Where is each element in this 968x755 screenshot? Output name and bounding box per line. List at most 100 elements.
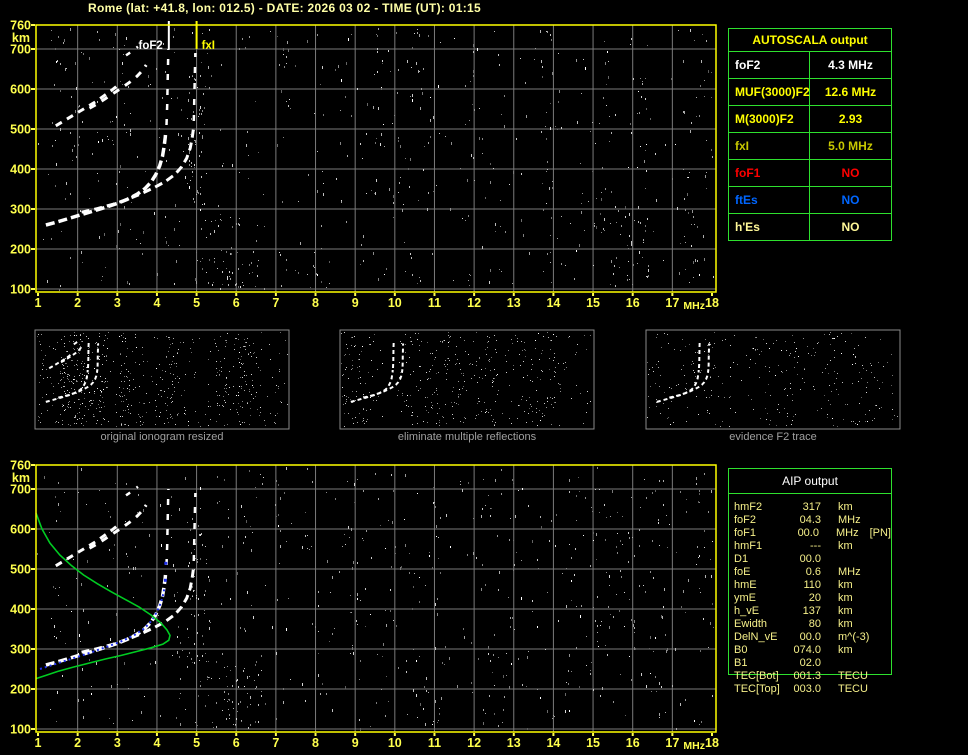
mini-f2-x-mode-asymptote <box>96 343 100 367</box>
x-tick-label: 10 <box>388 296 402 310</box>
parameter-value: 074.0 <box>793 644 821 656</box>
x-tick-label: 4 <box>153 296 160 310</box>
x-tick-label: 11 <box>428 296 441 310</box>
parameter-value: 5.0 MHz <box>828 139 873 153</box>
parameter-note: [PN] <box>869 527 891 539</box>
y-tick-label: 300 <box>10 643 31 657</box>
parameter-value: 80 <box>808 618 821 630</box>
parameter-name: TEC[Top] <box>734 683 780 695</box>
x-tick-label: 6 <box>233 296 240 310</box>
parameter-unit: km <box>838 605 853 617</box>
aip-row-ewidth: Ewidth 80 km <box>729 618 891 631</box>
parameter-value: 02.0 <box>799 657 821 669</box>
aip-row-hmf1: hmF1 --- km <box>729 540 891 553</box>
parameter-name: B0 <box>734 644 748 656</box>
y-tick-label: 500 <box>10 563 31 577</box>
x-tick-label: 16 <box>626 736 640 750</box>
parameter-name: fxI <box>729 133 810 159</box>
f2-o-mode-asymptote <box>165 488 170 566</box>
parameter-name: foE <box>734 566 751 578</box>
parameter-value: 001.3 <box>793 670 821 682</box>
x-tick-label: 12 <box>467 736 481 750</box>
parameter-value: 00.0 <box>797 527 819 539</box>
x-tick-label: 6 <box>233 736 240 750</box>
x-tick-label: 17 <box>665 296 679 310</box>
f2-x-mode-asymptote <box>192 52 197 122</box>
x-tick-label: 1 <box>35 736 42 750</box>
aip-row-b0: B0 074.0 km <box>729 644 891 657</box>
mini-f2-x-mode-asymptote <box>707 343 711 367</box>
y-tick-label: 200 <box>10 683 31 697</box>
x-tick-label: 1 <box>35 296 42 310</box>
x-axis-unit: MHz <box>683 300 705 312</box>
second-hop-x <box>88 64 148 110</box>
f2-x-mode-asymptote <box>192 492 197 562</box>
parameter-unit: km <box>838 644 853 656</box>
parameter-unit: MHz <box>835 527 859 539</box>
parameter-name: hmE <box>734 579 757 591</box>
x-tick-label: 18 <box>705 736 719 750</box>
parameter-name: hmF1 <box>734 540 763 552</box>
second-hop-upper-bits <box>125 485 139 497</box>
f2-o-mode-trace <box>45 570 168 667</box>
x-axis-unit: MHz <box>683 740 705 752</box>
parameter-value: NO <box>841 220 860 234</box>
parameter-name: ymE <box>734 592 756 604</box>
autoscala-row-fxi: fxI 5.0 MHz <box>729 133 891 160</box>
x-tick-label: 11 <box>428 736 441 750</box>
foF2-marker-label: foF2 <box>139 40 163 52</box>
parameter-unit: km <box>838 618 853 630</box>
x-tick-label: 18 <box>705 296 719 310</box>
y-tick-label: 100 <box>10 283 31 297</box>
parameter-name: foF1 <box>734 527 757 539</box>
parameter-unit: MHz <box>838 514 861 526</box>
parameter-name: TEC[Bot] <box>734 670 779 682</box>
parameter-value: 00.0 <box>799 631 821 643</box>
x-tick-label: 2 <box>74 736 81 750</box>
parameter-unit: TECU <box>838 683 868 695</box>
x-tick-label: 2 <box>74 296 81 310</box>
aip-output-panel: AIP output hmF2 317 km foF2 04.3 MHz foF1 00.0 M… <box>728 468 892 695</box>
aip-row-foe: foE 0.6 MHz <box>729 566 891 579</box>
autoscala-row-fof2: foF2 4.3 MHz <box>729 52 891 79</box>
x-tick-label: 8 <box>312 736 319 750</box>
aip-panel-header: AIP output <box>729 469 891 494</box>
mini-f2-x-mode-trace <box>58 369 99 399</box>
y-tick-label: 100 <box>10 723 31 737</box>
aip-row-hve: h_vE 137 km <box>729 605 891 618</box>
f2-o-mode-asymptote <box>165 48 170 126</box>
x-tick-label: 7 <box>272 296 279 310</box>
x-tick-label: 5 <box>193 296 200 310</box>
parameter-name: D1 <box>734 553 749 565</box>
parameter-value: --- <box>810 540 821 552</box>
x-tick-label: 4 <box>153 736 160 750</box>
parameter-value: 2.93 <box>838 112 863 126</box>
aip-row-fof1: foF1 00.0 MHz [PN] <box>729 527 891 540</box>
y-axis-unit: km <box>12 31 30 45</box>
mini-f2-o-mode-asymptote <box>698 342 701 369</box>
mini-f2-x-mode-trace <box>669 369 710 399</box>
x-tick-label: 3 <box>114 736 121 750</box>
aip-row-hmf2: hmF2 317 km <box>729 501 891 514</box>
parameter-unit: km <box>838 501 853 513</box>
x-tick-label: 10 <box>388 736 402 750</box>
thumbnail-caption-eliminate: eliminate multiple reflections <box>397 431 537 443</box>
parameter-value: NO <box>841 193 860 207</box>
x-tick-label: 9 <box>352 296 359 310</box>
autoscala-row-hes: h'Es NO <box>729 214 891 240</box>
parameter-name: foF1 <box>729 160 810 186</box>
autoscala-row-ftes: ftEs NO <box>729 187 891 214</box>
x-tick-label: 3 <box>114 296 121 310</box>
parameter-unit: m^(-3) <box>838 631 870 643</box>
y-tick-label: 600 <box>10 83 31 97</box>
mini-f2-o-mode-asymptote <box>392 342 395 369</box>
second-hop-x <box>88 504 148 550</box>
parameter-value: NO <box>841 166 860 180</box>
parameter-unit: km <box>838 592 853 604</box>
parameter-value: 110 <box>803 579 821 591</box>
aip-panel-rows: hmF2 317 km foF2 04.3 MHz foF1 00.0 MHz [PN] hmF1 -… <box>729 494 891 696</box>
x-tick-label: 7 <box>272 736 279 750</box>
x-tick-label: 14 <box>546 736 560 750</box>
parameter-name: h_vE <box>734 605 760 617</box>
mini-f2-o-mode-trace <box>350 369 394 403</box>
